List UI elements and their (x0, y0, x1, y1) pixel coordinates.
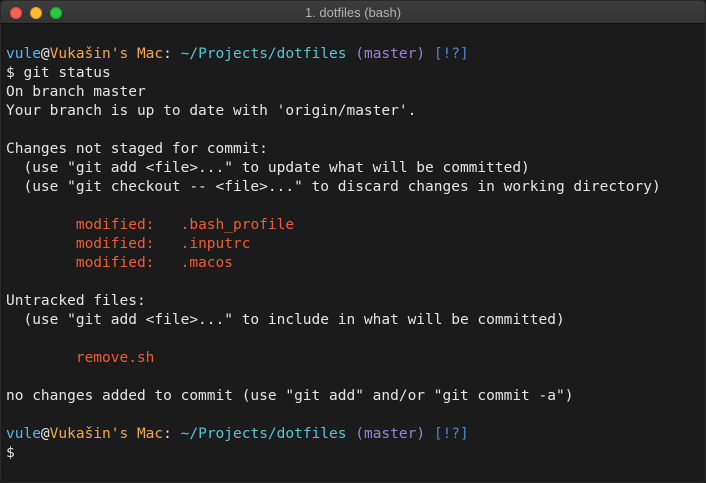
untracked-filename: remove.sh (75, 350, 155, 366)
output-untracked-header: Untracked files: (6, 293, 146, 309)
prompt-branch: (master) (355, 46, 426, 62)
command-line: $ git status (6, 64, 701, 83)
prompt-host: Vukašin's Mac (49, 426, 164, 442)
prompt-at: @ (40, 426, 50, 442)
modified-file-line: modified: .bash_profile (6, 216, 701, 235)
output-hint-add: (use "git add <file>..." to update what … (6, 160, 530, 176)
modified-status: modified: (6, 255, 181, 271)
modified-filename: .macos (180, 255, 233, 271)
modified-status: modified: (6, 217, 181, 233)
prompt-host: Vukašin's Mac (49, 46, 164, 62)
prompt-path: ~/Projects/dotfiles (180, 426, 347, 442)
prompt-dollar: $ (6, 445, 15, 461)
terminal-window: 1. dotfiles (bash) vule@Vukašin's Mac: ~… (0, 0, 706, 483)
prompt-path: ~/Projects/dotfiles (180, 46, 347, 62)
modified-file-line: modified: .inputrc (6, 235, 701, 254)
untracked-indent (6, 350, 76, 366)
prompt-colon: : (163, 46, 172, 62)
terminal-output[interactable]: vule@Vukašin's Mac: ~/Projects/dotfiles … (6, 45, 701, 463)
output-summary: no changes added to commit (use "git add… (6, 388, 574, 404)
modified-filename: .bash_profile (180, 217, 295, 233)
prompt-branch: (master) (355, 426, 426, 442)
prompt-line: vule@Vukašin's Mac: ~/Projects/dotfiles … (6, 425, 701, 444)
prompt-flags: [!?] (433, 426, 469, 442)
prompt-user: vule (6, 426, 41, 442)
window-title: 1. dotfiles (bash) (304, 5, 402, 20)
prompt-user: vule (6, 46, 41, 62)
output-hint-untracked: (use "git add <file>..." to include in w… (6, 312, 565, 328)
command-text: git status (23, 65, 111, 81)
prompt-colon: : (163, 426, 172, 442)
modified-file-line: modified: .macos (6, 254, 701, 273)
output-uptodate-line: Your branch is up to date with 'origin/m… (6, 103, 417, 119)
prompt-flags: [!?] (433, 46, 469, 62)
output-hint-checkout: (use "git checkout -- <file>..." to disc… (6, 179, 661, 195)
untracked-file-line: remove.sh (6, 349, 701, 368)
modified-status: modified: (6, 236, 181, 252)
input-line[interactable]: $ (6, 444, 701, 463)
modified-filename: .inputrc (180, 236, 251, 252)
output-branch-line: On branch master (6, 84, 146, 100)
prompt-line: vule@Vukašin's Mac: ~/Projects/dotfiles … (6, 45, 701, 64)
title-bar[interactable]: 1. dotfiles (bash) (1, 1, 705, 24)
prompt-dollar: $ (6, 65, 15, 81)
prompt-at: @ (40, 46, 50, 62)
output-not-staged-header: Changes not staged for commit: (6, 141, 268, 157)
